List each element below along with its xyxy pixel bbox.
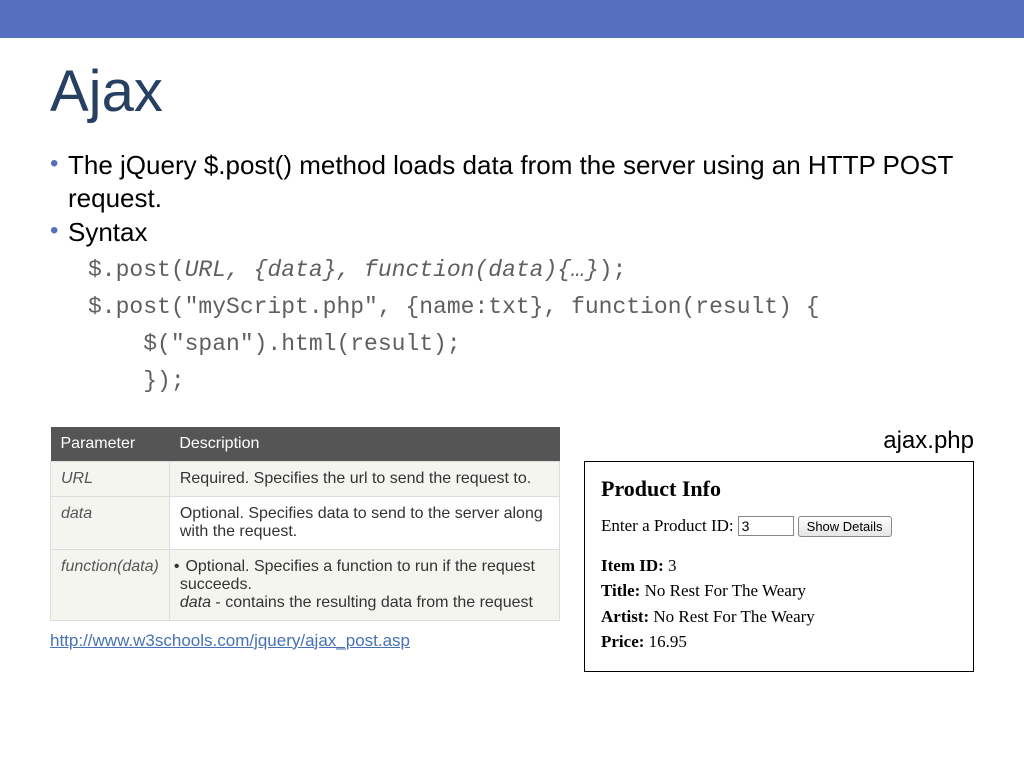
demo-output: Item ID: 3 Title: No Rest For The Weary …: [601, 553, 957, 655]
bullet-list: The jQuery $.post() method loads data fr…: [50, 149, 974, 249]
top-accent-bar: [0, 0, 1024, 38]
param-name: function(data): [51, 549, 170, 620]
demo-heading: Product Info: [601, 476, 957, 502]
table-header-row: Parameter Description: [51, 427, 560, 462]
bullet-text: The jQuery $.post() method loads data fr…: [50, 149, 974, 214]
right-column: ajax.php Product Info Enter a Product ID…: [584, 427, 974, 672]
desc-text: - contains the resulting data from the r…: [211, 594, 533, 611]
param-desc: Optional. Specifies data to send to the …: [169, 496, 559, 549]
slide-title: Ajax: [50, 58, 974, 125]
table-header: Parameter: [51, 427, 170, 462]
label: Item ID:: [601, 556, 664, 575]
table-row: data Optional. Specifies data to send to…: [51, 496, 560, 549]
value: 3: [664, 556, 677, 575]
two-column-row: Parameter Description URL Required. Spec…: [50, 427, 974, 672]
file-label: ajax.php: [584, 427, 974, 455]
desc-emphasis: data: [180, 594, 211, 611]
param-name: URL: [51, 461, 170, 496]
bullet-text: Syntax: [50, 216, 974, 249]
value: No Rest For The Weary: [649, 607, 815, 626]
show-details-button[interactable]: Show Details: [798, 516, 892, 537]
label: Artist:: [601, 607, 649, 626]
reference-link[interactable]: http://www.w3schools.com/jquery/ajax_pos…: [50, 631, 410, 651]
code-example-line: $.post("myScript.php", {name:txt}, funct…: [88, 292, 974, 323]
desc-text: Optional. Specifies a function to run if…: [180, 558, 535, 593]
code-text: $.post(: [88, 257, 185, 283]
code-params: URL, {data}, function(data){…}: [185, 257, 599, 283]
table-header: Description: [169, 427, 559, 462]
label: Title:: [601, 581, 640, 600]
code-example-line: $("span").html(result);: [88, 329, 974, 360]
value: 16.95: [644, 632, 687, 651]
code-syntax-line: $.post(URL, {data}, function(data){…});: [88, 255, 974, 286]
param-desc: Required. Specifies the url to send the …: [169, 461, 559, 496]
code-example-line: });: [88, 366, 974, 397]
code-text: );: [599, 257, 627, 283]
table-row: URL Required. Specifies the url to send …: [51, 461, 560, 496]
label: Price:: [601, 632, 644, 651]
demo-input-row: Enter a Product ID: Show Details: [601, 516, 957, 537]
param-desc: •Optional. Specifies a function to run i…: [169, 549, 559, 620]
demo-prompt: Enter a Product ID:: [601, 516, 734, 536]
param-name: data: [51, 496, 170, 549]
value: No Rest For The Weary: [640, 581, 806, 600]
slide-body: Ajax The jQuery $.post() method loads da…: [0, 38, 1024, 672]
parameters-table: Parameter Description URL Required. Spec…: [50, 427, 560, 621]
table-row: function(data) •Optional. Specifies a fu…: [51, 549, 560, 620]
product-id-input[interactable]: [738, 516, 794, 536]
left-column: Parameter Description URL Required. Spec…: [50, 427, 560, 651]
demo-panel: Product Info Enter a Product ID: Show De…: [584, 461, 974, 672]
